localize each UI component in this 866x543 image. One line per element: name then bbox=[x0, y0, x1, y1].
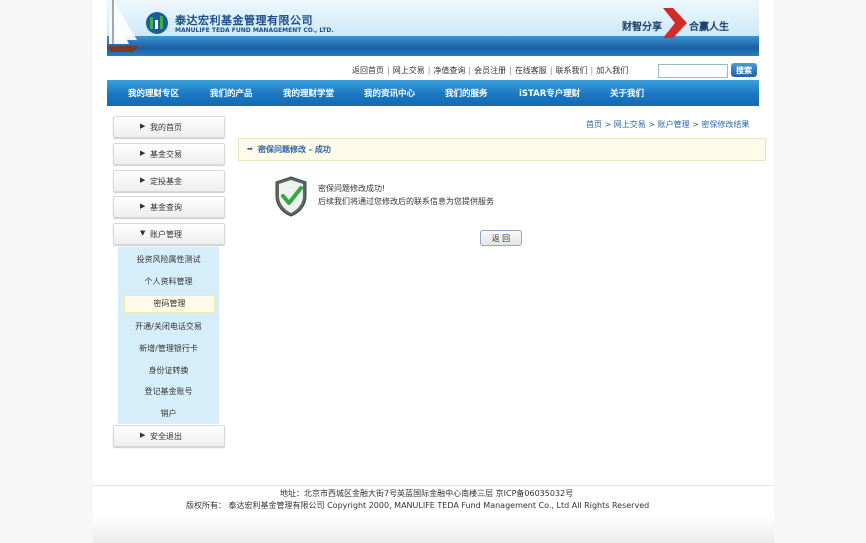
section-title: 密保问题修改 - 成功 bbox=[258, 145, 331, 154]
nav-products[interactable]: 我们的产品 bbox=[210, 87, 253, 99]
arrow-bullet-icon: ➡ bbox=[247, 145, 253, 153]
success-detail: 后续我们将通过您修改后的联系信息为您提供服务 bbox=[318, 197, 494, 206]
submenu-id-convert[interactable]: 身份证转换 bbox=[118, 365, 219, 376]
slogan-left: 财智分享 bbox=[622, 22, 662, 33]
crumb-account[interactable]: 账户管理 bbox=[658, 120, 690, 129]
sidebar-item-label: 定投基金 bbox=[150, 177, 182, 186]
crumb-online-trade[interactable]: 网上交易 bbox=[614, 120, 646, 129]
left-gutter bbox=[0, 0, 93, 543]
top-links: 返回首页 | 网上交易 | 净值查询 | 会员注册 | 在线客服 | 联系我们 | 加入我们 bbox=[352, 66, 629, 75]
nav-istar[interactable]: iSTAR专户理财 bbox=[519, 87, 580, 99]
toplink-nav-query[interactable]: 净值查询 bbox=[433, 66, 465, 75]
nav-services[interactable]: 我们的服务 bbox=[445, 87, 488, 99]
company-name-en: MANULIFE TEDA FUND MANAGEMENT CO., LTD. bbox=[175, 27, 334, 34]
triangle-right-icon: ▶ bbox=[140, 176, 146, 184]
toplink-register[interactable]: 会员注册 bbox=[474, 66, 506, 75]
red-chevron-icon bbox=[663, 8, 687, 38]
success-message: 密保问题修改成功! bbox=[318, 184, 386, 193]
slogan-right: 合赢人生 bbox=[689, 22, 729, 33]
toplink-join[interactable]: 加入我们 bbox=[596, 66, 628, 75]
sidebar-item-label: 基金查询 bbox=[150, 203, 182, 212]
triangle-right-icon: ▶ bbox=[140, 122, 146, 130]
submenu-bank-card[interactable]: 新增/管理银行卡 bbox=[118, 343, 219, 354]
account-submenu: 投资风险属性测试 个人资料管理 密码管理 开通/关闭电话交易 新增/管理银行卡 … bbox=[118, 247, 219, 424]
company-name-cn: 泰达宏利基金管理有限公司 bbox=[175, 14, 313, 27]
section-title-bar: ➡ 密保问题修改 - 成功 bbox=[238, 138, 766, 161]
sidebar-item-label: 账户管理 bbox=[150, 230, 182, 239]
nav-my-finance[interactable]: 我的理财专区 bbox=[128, 87, 179, 99]
submenu-close-account[interactable]: 销户 bbox=[118, 408, 219, 419]
sidebar-item-account[interactable]: ▼ 账户管理 bbox=[113, 223, 225, 245]
toplink-contact[interactable]: 联系我们 bbox=[556, 66, 588, 75]
search-button[interactable]: 搜索 bbox=[731, 63, 757, 77]
submenu-profile[interactable]: 个人资料管理 bbox=[118, 276, 219, 287]
footer-address: 地址：北京市西城区金融大街7号英蓝国际金融中心南楼三层 京ICP备0603503… bbox=[280, 489, 574, 498]
crumb-current: 密保修改结果 bbox=[701, 120, 750, 129]
submenu-register-account[interactable]: 登记基金账号 bbox=[118, 386, 219, 397]
sidebar-item-logout[interactable]: ▶ 安全退出 bbox=[113, 425, 225, 447]
sidebar-item-fund-trade[interactable]: ▶ 基金交易 bbox=[113, 143, 225, 165]
search-input[interactable] bbox=[658, 64, 728, 78]
nav-finance-school[interactable]: 我的理财学堂 bbox=[283, 87, 334, 99]
back-button[interactable]: 返 回 bbox=[480, 230, 522, 246]
submenu-password[interactable]: 密码管理 bbox=[124, 295, 215, 313]
triangle-down-icon: ▼ bbox=[140, 229, 146, 237]
sailboat-icon bbox=[107, 0, 139, 52]
sidebar-item-fund-query[interactable]: ▶ 基金查询 bbox=[113, 196, 225, 218]
sidebar-item-label: 安全退出 bbox=[150, 432, 182, 441]
submenu-phone-trade[interactable]: 开通/关闭电话交易 bbox=[118, 321, 219, 332]
main-nav: 我的理财专区 我们的产品 我的理财学堂 我的资讯中心 我们的服务 iSTAR专户… bbox=[107, 80, 759, 106]
toplink-online-service[interactable]: 在线客服 bbox=[515, 66, 547, 75]
right-gutter bbox=[774, 0, 866, 543]
header-banner: 泰达宏利基金管理有限公司 MANULIFE TEDA FUND MANAGEME… bbox=[107, 0, 759, 56]
nav-info-center[interactable]: 我的资讯中心 bbox=[364, 87, 415, 99]
sidebar-item-fixed-invest[interactable]: ▶ 定投基金 bbox=[113, 170, 225, 192]
nav-about[interactable]: 关于我们 bbox=[610, 87, 644, 99]
sidebar-item-label: 我的首页 bbox=[150, 123, 182, 132]
toplink-online-trade[interactable]: 网上交易 bbox=[393, 66, 425, 75]
submenu-risk-test[interactable]: 投资风险属性测试 bbox=[118, 254, 219, 265]
shield-check-icon bbox=[275, 176, 307, 217]
breadcrumb: 首页 > 网上交易 > 账户管理 > 密保修改结果 bbox=[586, 120, 750, 129]
toplink-home[interactable]: 返回首页 bbox=[352, 66, 384, 75]
sidebar-item-home[interactable]: ▶ 我的首页 bbox=[113, 116, 225, 138]
triangle-right-icon: ▶ bbox=[140, 149, 146, 157]
triangle-right-icon: ▶ bbox=[140, 202, 146, 210]
footer-divider bbox=[93, 485, 774, 486]
crumb-home[interactable]: 首页 bbox=[586, 120, 602, 129]
footer-shade bbox=[93, 515, 774, 543]
sidebar-item-label: 基金交易 bbox=[150, 150, 182, 159]
footer-copyright: 版权所有： 泰达宏利基金管理有限公司 Copyright 2000, MANUL… bbox=[186, 501, 650, 510]
company-logo-icon bbox=[146, 12, 168, 34]
triangle-right-icon: ▶ bbox=[140, 431, 146, 439]
